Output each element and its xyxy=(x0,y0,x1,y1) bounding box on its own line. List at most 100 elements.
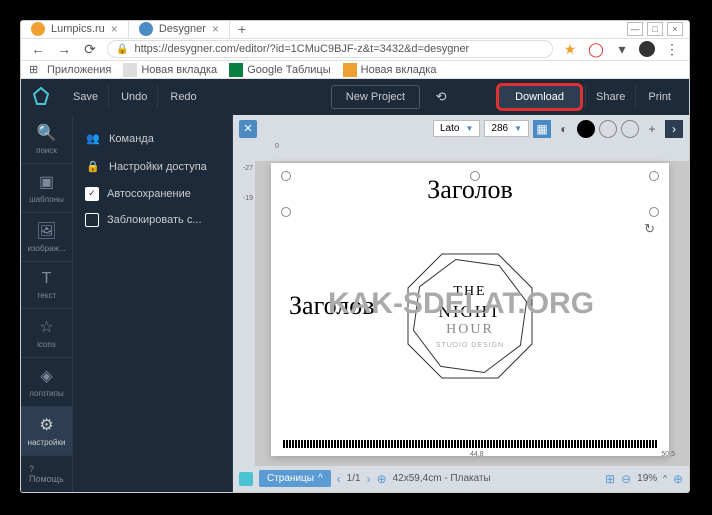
pages-button[interactable]: Страницы^ xyxy=(259,470,331,487)
ruler-bar xyxy=(283,440,657,448)
panel-item-lock[interactable]: Заблокировать с... xyxy=(81,207,224,233)
size-select[interactable]: 286▼ xyxy=(484,120,529,137)
close-icon[interactable]: × xyxy=(667,22,683,36)
bookmark-item[interactable]: Google Таблицы xyxy=(229,63,330,77)
fill-button[interactable]: ▦ xyxy=(533,120,551,138)
close-toolbar-button[interactable]: ✕ xyxy=(239,120,257,138)
sidebar-label: шаблоны xyxy=(29,195,63,204)
handle[interactable] xyxy=(470,171,480,181)
canvas[interactable]: Заголов ↻ THE NIGHT HOUR STUDIO DESIGN xyxy=(271,163,669,456)
bookmark-label: Новая вкладка xyxy=(361,64,437,76)
checkbox-checked[interactable]: ✓ xyxy=(85,187,99,201)
sidebar-label: логотипы xyxy=(29,389,63,398)
history-button[interactable]: ⟲ xyxy=(428,84,454,110)
minimize-icon[interactable]: — xyxy=(627,22,643,36)
text-element[interactable]: Заголов xyxy=(427,175,513,205)
text-element[interactable]: Заголов xyxy=(289,291,375,321)
sidebar-item-icons[interactable]: ☆icons xyxy=(21,309,72,358)
save-button[interactable]: Save xyxy=(63,85,109,109)
new-project-button[interactable]: New Project xyxy=(331,85,420,109)
ruler-tick: -27 xyxy=(243,165,253,172)
extension-icon[interactable]: ◯ xyxy=(587,41,605,58)
zoom-in-button[interactable]: ⊕ xyxy=(673,472,683,486)
panel-item-team[interactable]: 👥Команда xyxy=(81,125,224,153)
sidebar-label: настройки xyxy=(28,438,66,447)
octagon-shape[interactable]: THE NIGHT HOUR STUDIO DESIGN xyxy=(400,246,540,386)
apps-icon: ⊞ xyxy=(29,63,43,77)
page-icon xyxy=(123,63,137,77)
handle[interactable] xyxy=(281,207,291,217)
desygner-app: Save Undo Redo New Project ⟲ Download Sh… xyxy=(21,79,689,492)
panel-item-autosave[interactable]: ✓Автосохранение xyxy=(81,181,224,207)
font-value: Lato xyxy=(440,123,459,134)
prev-page-button[interactable]: ‹ xyxy=(337,472,341,486)
reload-button[interactable]: ⟳ xyxy=(81,41,99,58)
star-icon[interactable]: ★ xyxy=(561,41,579,58)
back-button[interactable]: ← xyxy=(29,41,47,57)
url-text: https://desygner.com/editor/?id=1CMuC9BJ… xyxy=(134,43,469,55)
sidebar-label: поиск xyxy=(36,146,57,155)
center-text: THE xyxy=(400,284,540,300)
close-icon[interactable]: × xyxy=(212,22,219,36)
sidebar-item-text[interactable]: Tтекст xyxy=(21,262,72,309)
forward-button[interactable]: → xyxy=(55,41,73,57)
extension-icon[interactable]: ▾ xyxy=(613,41,631,58)
sidebar-item-search[interactable]: 🔍поиск xyxy=(21,115,72,164)
app-body: 🔍поиск ▣шаблоны 🖼изображ... Tтекст ☆icon… xyxy=(21,115,689,492)
star-icon: ☆ xyxy=(39,317,53,337)
add-page-button[interactable]: ⊕ xyxy=(377,472,387,486)
handle[interactable] xyxy=(281,171,291,181)
bookmark-item[interactable]: Новая вкладка xyxy=(123,63,217,77)
sidebar-item-templates[interactable]: ▣шаблоны xyxy=(21,164,72,213)
app-topbar: Save Undo Redo New Project ⟲ Download Sh… xyxy=(21,79,689,115)
download-button[interactable]: Download xyxy=(496,83,583,111)
bookmark-label: Новая вкладка xyxy=(141,64,217,76)
chevron-up-icon: ^ xyxy=(318,473,323,484)
bookmark-label: Google Таблицы xyxy=(247,64,330,76)
profile-icon[interactable] xyxy=(639,41,655,57)
tab-desygner[interactable]: Desygner × xyxy=(129,21,230,38)
zoom-out-button[interactable]: ⊖ xyxy=(621,472,631,486)
next-page-button[interactable]: › xyxy=(367,472,371,486)
bottom-bar: Страницы^ ‹ 1/1 › ⊕ 42x59,4cm - Плакаты … xyxy=(233,466,689,492)
bookmark-item[interactable]: Новая вкладка xyxy=(343,63,437,77)
text-icon: T xyxy=(42,270,52,288)
menu-icon[interactable]: ⋮ xyxy=(663,41,681,58)
apps-button[interactable]: ⊞Приложения xyxy=(29,63,111,77)
font-select[interactable]: Lato▼ xyxy=(433,120,480,137)
contrast-button[interactable]: ◐ xyxy=(555,120,573,138)
sidebar-item-settings[interactable]: ⚙настройки xyxy=(21,407,72,456)
handle[interactable] xyxy=(649,171,659,181)
undo-button[interactable]: Undo xyxy=(111,85,158,109)
close-icon[interactable]: × xyxy=(111,22,118,36)
sidebar-item-logos[interactable]: ◈логотипы xyxy=(21,358,72,407)
grid-button[interactable]: ⊞ xyxy=(605,472,615,486)
ruler-tick: 44,8 xyxy=(470,451,484,458)
sidebar-label: текст xyxy=(37,291,56,300)
page-counter: 1/1 xyxy=(347,473,361,484)
redo-button[interactable]: Redo xyxy=(160,85,206,109)
page-icon xyxy=(343,63,357,77)
more-button[interactable]: › xyxy=(665,120,683,138)
url-field[interactable]: 🔒 https://desygner.com/editor/?id=1CMuC9… xyxy=(107,40,553,58)
share-button[interactable]: Share xyxy=(585,85,636,109)
sidebar-item-images[interactable]: 🖼изображ... xyxy=(21,213,72,262)
help-link[interactable]: ? Помощь xyxy=(21,456,72,492)
color-white[interactable] xyxy=(599,120,617,138)
color-none[interactable] xyxy=(621,120,639,138)
rotate-handle[interactable]: ↻ xyxy=(644,221,655,237)
checkbox-unchecked[interactable] xyxy=(85,213,99,227)
bookmarks-bar: ⊞Приложения Новая вкладка Google Таблицы… xyxy=(21,61,689,79)
chevron-up-icon: ^ xyxy=(663,474,667,483)
tab-lumpics[interactable]: Lumpics.ru × xyxy=(21,21,129,38)
panel-item-access[interactable]: 🔒Настройки доступа xyxy=(81,153,224,181)
maximize-icon[interactable]: □ xyxy=(647,22,663,36)
color-black[interactable] xyxy=(577,120,595,138)
handle[interactable] xyxy=(649,207,659,217)
add-color-button[interactable]: + xyxy=(643,120,661,138)
print-button[interactable]: Print xyxy=(638,85,681,109)
dimensions-label: 42x59,4cm - Плакаты xyxy=(393,473,491,484)
new-tab-button[interactable]: + xyxy=(230,21,254,38)
desygner-logo[interactable] xyxy=(29,85,53,109)
favicon xyxy=(31,22,45,36)
